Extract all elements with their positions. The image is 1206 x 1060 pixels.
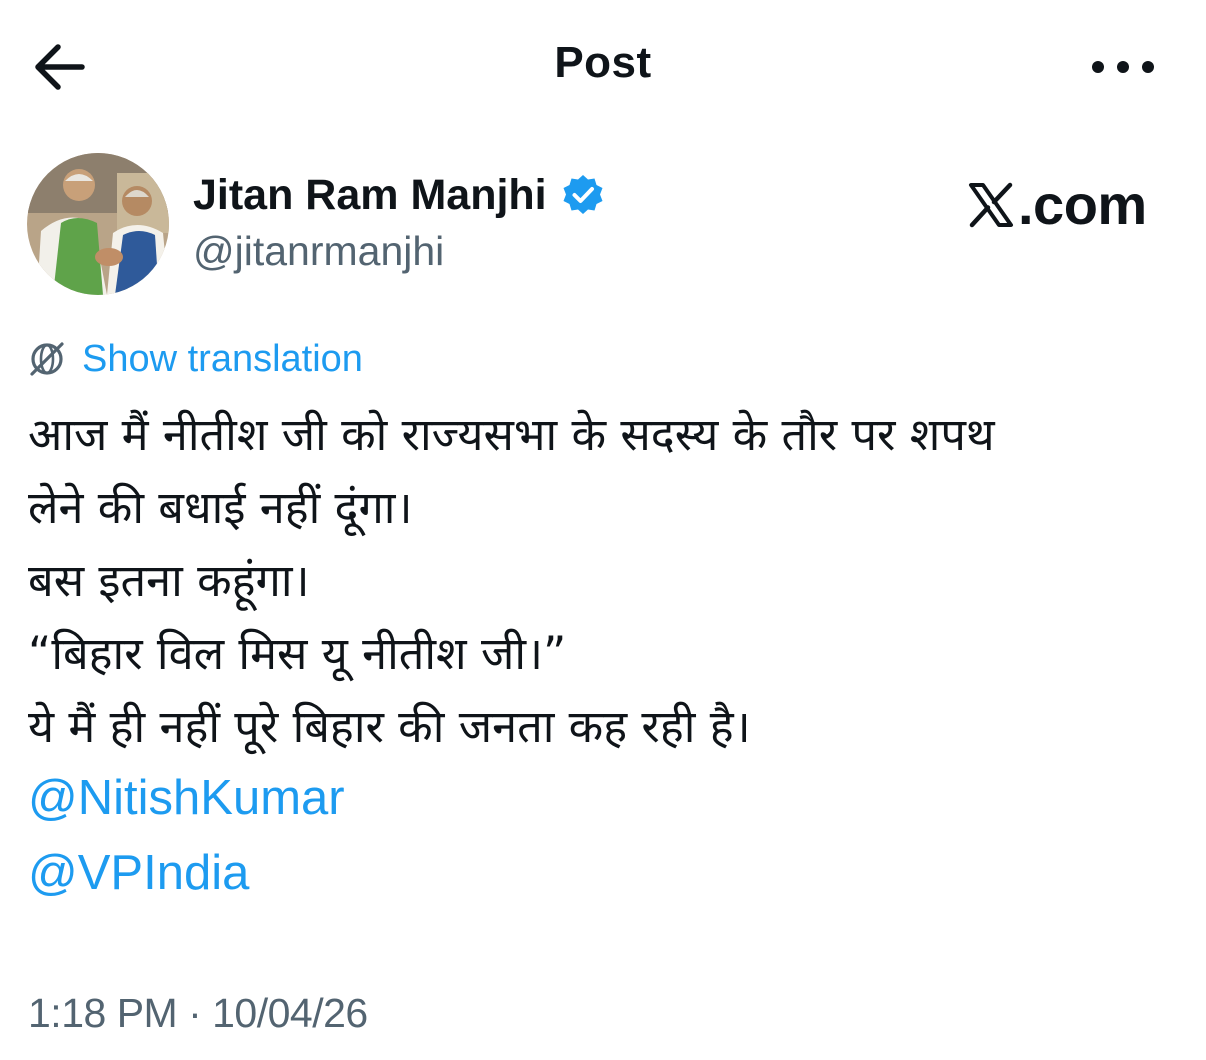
mention-link[interactable]: @VPIndia <box>28 845 249 901</box>
globe-translate-icon <box>28 340 66 378</box>
mention-link[interactable]: @NitishKumar <box>28 770 345 826</box>
brand-watermark: .com <box>968 172 1147 237</box>
post-line: लेने की बधाई नहीं दूंगा। <box>28 481 413 534</box>
x-logo-icon <box>968 182 1014 228</box>
author-name-row[interactable]: Jitan Ram Manjhi <box>193 168 605 222</box>
post-line: बस इतना कहूंगा। <box>28 554 310 607</box>
brand-label: .com <box>1018 173 1147 236</box>
top-bar: Post <box>0 0 1206 130</box>
author-name: Jitan Ram Manjhi <box>193 170 547 219</box>
show-translation-button[interactable]: Show translation <box>28 335 363 383</box>
author-handle[interactable]: @jitanrmanjhi <box>193 228 444 275</box>
post-timestamp[interactable]: 1:18 PM · 10/04/26 <box>28 990 368 1037</box>
post-text: आज मैं नीतीश जी को राज्यसभा के सदस्य के … <box>28 398 1188 763</box>
post-line: आज मैं नीतीश जी को राज्यसभा के सदस्य के … <box>28 408 995 461</box>
avatar[interactable] <box>27 153 169 295</box>
post-line: ये मैं ही नहीं पूरे बिहार की जनता कह रही… <box>28 700 751 753</box>
page-title: Post <box>554 38 652 87</box>
post-line: “बिहार विल मिस यू नीतीश जी।” <box>28 627 567 680</box>
more-horizontal-icon <box>1088 61 1158 88</box>
verified-badge-icon <box>561 173 605 217</box>
show-translation-label: Show translation <box>82 337 363 380</box>
more-options-button[interactable] <box>1088 50 1158 84</box>
